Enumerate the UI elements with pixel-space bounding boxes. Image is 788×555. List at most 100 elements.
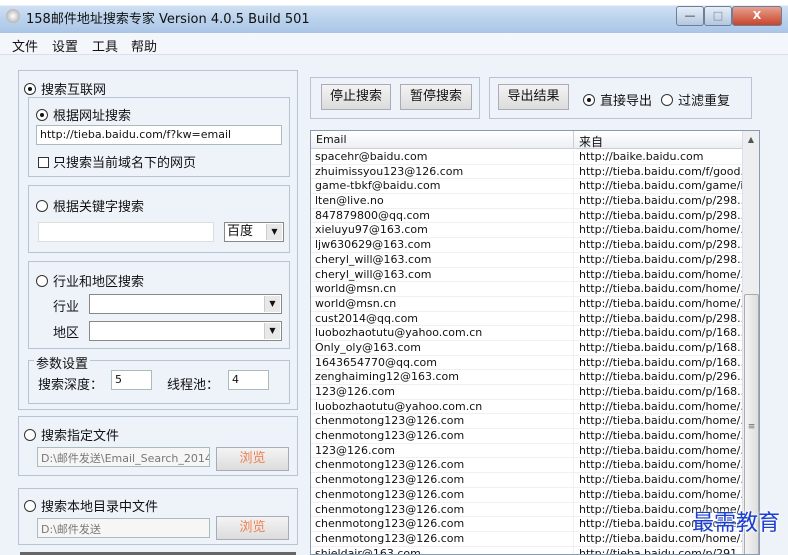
source-cell: http://baike.baidu.com <box>579 150 704 163</box>
keyword-search-radio[interactable]: 根据关键字搜索 <box>36 196 144 215</box>
email-cell: 847879800@qq.com <box>315 208 430 222</box>
table-row[interactable]: chenmotong123@126.com http://tieba.baidu.… <box>311 458 751 474</box>
engine-select[interactable]: 百度 ▼ <box>224 222 284 242</box>
radio-icon <box>24 429 36 441</box>
menu-bar <box>0 33 788 55</box>
source-cell: http://tieba.baidu.com/p/298... <box>579 238 748 252</box>
table-row[interactable]: luobozhaotutu@yahoo.com.cn http://tieba.b… <box>311 326 748 342</box>
source-cell: http://tieba.baidu.com/p/298... <box>579 252 748 266</box>
table-row[interactable]: game-tbkf@baidu.com http://tieba.baidu.co… <box>311 179 754 195</box>
source-cell: http://tieba.baidu.com/home/... <box>579 443 751 457</box>
close-button[interactable]: X <box>732 6 782 26</box>
table-row[interactable]: Only_oly@163.com http://tieba.baidu.com/p… <box>311 340 748 356</box>
keyword-input[interactable] <box>38 222 214 242</box>
source-cell: http://tieba.baidu.com/p/296... <box>579 370 748 384</box>
radio-icon <box>661 94 673 106</box>
email-cell: 123@126.com <box>315 443 395 457</box>
table-row[interactable]: 123@126.com http://tieba.baidu.com/p/168.… <box>311 385 748 400</box>
table-row[interactable]: chenmotong123@126.com http://tieba.baidu.… <box>311 487 751 503</box>
menu-file[interactable]: 文件 <box>12 36 38 55</box>
url-input[interactable]: http://tieba.baidu.com/f?kw=email <box>36 125 282 145</box>
region-select[interactable]: ▼ <box>89 321 282 341</box>
table-row[interactable]: 123@126.com http://tieba.baidu.com/home/.… <box>311 443 751 459</box>
email-cell: 1643654770@qq.com <box>315 355 437 369</box>
email-cell: chenmotong123@126.com <box>315 473 465 487</box>
table-row[interactable]: ljw630629@163.com http://tieba.baidu.com/… <box>311 238 748 254</box>
scroll-up-icon[interactable]: ▲ <box>743 135 759 144</box>
internet-search-radio[interactable]: 搜索互联网 <box>24 79 106 98</box>
radio-icon <box>24 83 36 95</box>
dir-browse-button[interactable]: 浏览 <box>216 516 289 540</box>
url-search-radio[interactable]: 根据网址搜索 <box>36 105 131 124</box>
table-row[interactable]: xieluyu97@163.com http://tieba.baidu.com/… <box>311 223 751 239</box>
table-row[interactable]: 847879800@qq.com http://tieba.baidu.com/p… <box>311 208 748 224</box>
source-cell: http://tieba.baidu.com/home/... <box>579 296 751 310</box>
menu-help[interactable]: 帮助 <box>131 36 157 55</box>
table-row[interactable]: chenmotong123@126.com http://tieba.baidu.… <box>311 429 751 445</box>
pause-search-button[interactable]: 暂停搜索 <box>400 84 472 110</box>
email-cell: luobozhaotutu@yahoo.com.cn <box>315 326 483 340</box>
table-row[interactable]: lten@live.no http://tieba.baidu.com/p/298… <box>311 194 748 210</box>
params-title: 参数设置 <box>34 353 91 372</box>
table-row[interactable]: world@msn.cn http://tieba.baidu.com/home/… <box>311 296 751 312</box>
source-cell: http://tieba.baidu.com/home/... <box>579 223 751 237</box>
table-row[interactable]: chenmotong123@126.com http://tieba.baidu.… <box>311 517 751 533</box>
table-row[interactable]: chenmotong123@126.com http://tieba.baidu.… <box>311 502 751 518</box>
email-cell: world@msn.cn <box>315 296 397 310</box>
vertical-scrollbar[interactable]: ▲ ≡ <box>742 131 759 554</box>
file-path-input[interactable]: D:\邮件发送\Email_Search_2014- <box>37 447 210 467</box>
table-row[interactable]: cheryl_will@163.com http://tieba.baidu.co… <box>311 267 751 283</box>
table-row[interactable]: chenmotong123@126.com http://tieba.baidu.… <box>311 473 751 489</box>
column-header-email[interactable]: Email <box>316 133 347 146</box>
email-cell: chenmotong123@126.com <box>315 517 465 531</box>
menu-settings[interactable]: 设置 <box>52 36 78 55</box>
source-cell: http://tieba.baidu.com/home/... <box>579 282 751 296</box>
email-cell: zenghaiming12@163.com <box>315 370 459 384</box>
stop-search-button[interactable]: 停止搜索 <box>321 84 391 110</box>
source-cell: http://tieba.baidu.com/p/291... <box>579 546 748 555</box>
export-results-button[interactable]: 导出结果 <box>498 84 569 110</box>
industry-search-radio[interactable]: 行业和地区搜索 <box>36 271 144 290</box>
direct-export-radio[interactable]: 直接导出 <box>583 90 652 109</box>
results-list[interactable]: Email 来自 spacehr@baidu.com http://baike.b… <box>310 130 760 555</box>
menu-tools[interactable]: 工具 <box>92 36 118 55</box>
domain-only-checkbox[interactable]: 只搜索当前域名下的网页 <box>38 152 196 171</box>
source-cell: http://tieba.baidu.com/home/... <box>579 414 751 428</box>
radio-icon <box>36 109 48 121</box>
maximize-button[interactable]: □ <box>704 6 732 26</box>
list-rows: spacehr@baidu.com http://baike.baidu.com z… <box>311 150 754 554</box>
table-row[interactable]: cheryl_will@163.com http://tieba.baidu.co… <box>311 252 748 268</box>
dir-search-radio[interactable]: 搜索本地目录中文件 <box>24 496 158 515</box>
table-row[interactable]: spacehr@baidu.com http://baike.baidu.com <box>311 150 743 165</box>
email-cell: cheryl_will@163.com <box>315 267 432 281</box>
filter-duplicates-radio[interactable]: 过滤重复 <box>661 90 730 109</box>
source-cell: http://tieba.baidu.com/p/298... <box>579 311 748 325</box>
table-row[interactable]: shieldair@163.com http://tieba.baidu.com/… <box>311 546 748 554</box>
table-row[interactable]: zenghaiming12@163.com http://tieba.baidu.… <box>311 370 748 386</box>
email-cell: chenmotong123@126.com <box>315 487 465 501</box>
minimize-button[interactable]: — <box>676 6 704 26</box>
column-header-source[interactable]: 来自 <box>579 133 603 150</box>
table-row[interactable]: 1643654770@qq.com http://tieba.baidu.com/… <box>311 355 748 371</box>
email-cell: chenmotong123@126.com <box>315 414 465 428</box>
source-cell: http://tieba.baidu.com/p/168... <box>579 326 748 340</box>
source-cell: http://tieba.baidu.com/home/... <box>579 487 751 501</box>
table-row[interactable]: chenmotong123@126.com http://tieba.baidu.… <box>311 414 751 430</box>
depth-input[interactable]: 5 <box>111 370 152 390</box>
dir-path-input[interactable]: D:\邮件发送 <box>37 518 210 538</box>
threads-input[interactable]: 4 <box>228 370 269 390</box>
table-row[interactable]: cust2014@qq.com http://tieba.baidu.com/p/… <box>311 311 748 327</box>
table-row[interactable]: luobozhaotutu@yahoo.com.cn http://tieba.b… <box>311 399 751 415</box>
threads-label: 线程池： <box>167 378 220 393</box>
file-search-radio[interactable]: 搜索指定文件 <box>24 425 119 444</box>
file-browse-button[interactable]: 浏览 <box>216 447 289 471</box>
email-cell: 123@126.com <box>315 385 395 398</box>
email-cell: spacehr@baidu.com <box>315 150 428 163</box>
source-cell: http://tieba.baidu.com/p/298... <box>579 194 748 208</box>
email-cell: chenmotong123@126.com <box>315 429 465 443</box>
table-row[interactable]: world@msn.cn http://tieba.baidu.com/home/… <box>311 282 751 298</box>
industry-select[interactable]: ▼ <box>89 294 282 314</box>
table-row[interactable]: chenmotong123@126.com http://tieba.baidu.… <box>311 531 751 547</box>
chevron-down-icon: ▼ <box>266 224 282 240</box>
table-row[interactable]: zhuimissyou123@126.com http://tieba.baidu… <box>311 164 751 180</box>
